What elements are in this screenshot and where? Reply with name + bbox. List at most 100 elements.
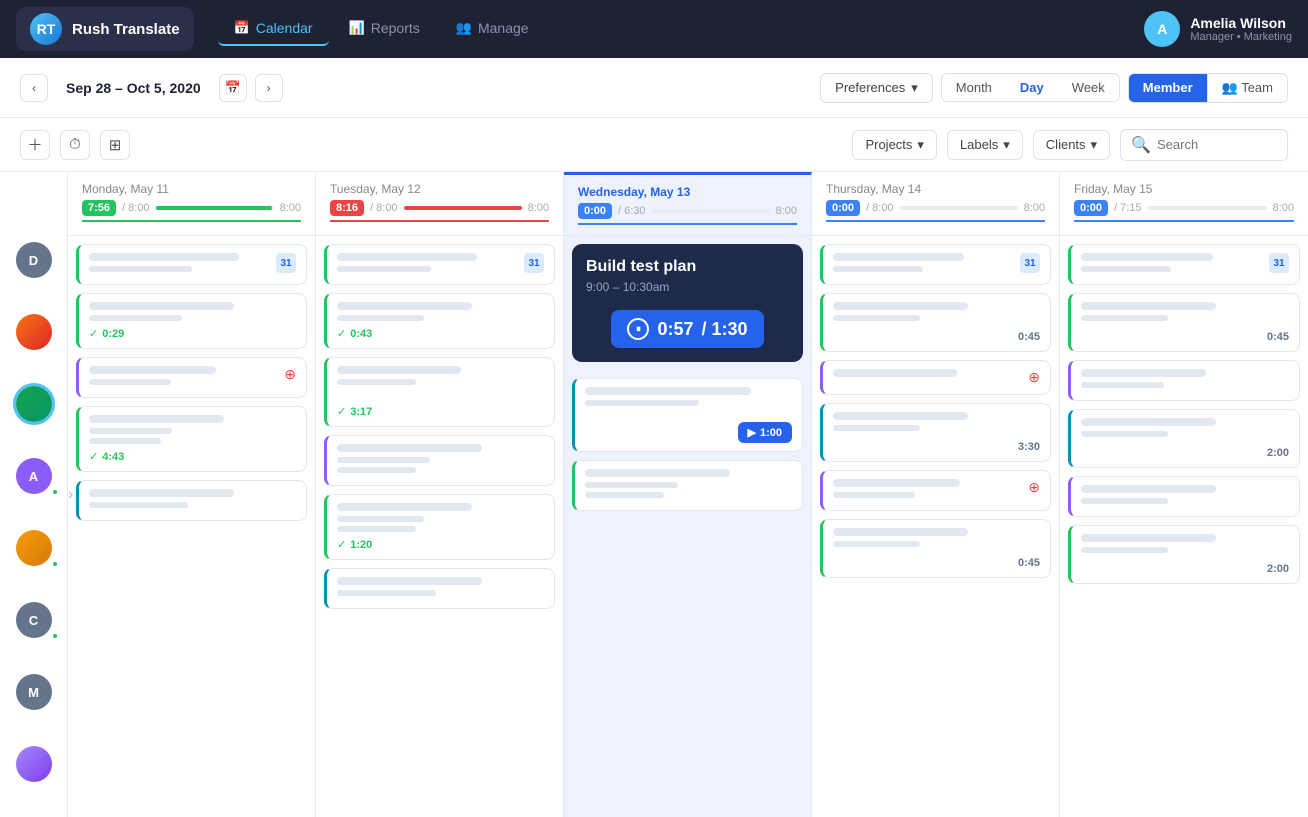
nav-reports[interactable]: 📊 Reports	[333, 12, 436, 46]
task-time: 0:29	[102, 328, 124, 340]
chevron-icon: ▾	[1091, 137, 1098, 153]
day-track-monday	[156, 206, 274, 210]
task-card[interactable]: 31	[76, 244, 307, 285]
member-avatar-1[interactable]	[16, 314, 52, 350]
day-max-monday: 8:00	[280, 202, 301, 214]
member-avatar-d[interactable]: D	[16, 242, 52, 278]
user-role: Manager • Marketing	[1190, 31, 1292, 43]
day-max-friday: 8:00	[1273, 202, 1294, 214]
task-card[interactable]: ✓ 1:20	[324, 494, 555, 560]
add-button[interactable]: ＋	[20, 130, 50, 160]
grid-button[interactable]: ⊞	[100, 130, 130, 160]
calendar-picker-button[interactable]: 📅	[219, 74, 247, 102]
task-card[interactable]: ✓ 4:43	[76, 406, 307, 472]
day-name-friday: Friday, May 15	[1074, 182, 1294, 196]
task-card[interactable]: 3:30	[820, 403, 1051, 462]
task-card[interactable]: ✓ 0:43	[324, 293, 555, 349]
task-card[interactable]: ✓ 3:17	[324, 357, 555, 427]
day-name-wednesday: Wednesday, May 13	[578, 185, 797, 199]
task-card[interactable]: 31	[324, 244, 555, 285]
team-view-button[interactable]: 👥 Team	[1207, 74, 1287, 102]
member-avatar-a[interactable]: A	[16, 458, 52, 494]
projects-filter[interactable]: Projects ▾	[852, 130, 937, 160]
timer-display[interactable]: ⏸ 0:57 / 1:30	[611, 310, 763, 348]
date-toolbar: ‹ Sep 28 – Oct 5, 2020 📅 › Preferences ▾…	[0, 58, 1308, 118]
timer-separator: / 1:30	[702, 319, 748, 340]
day-track-tuesday	[404, 206, 522, 210]
task-card[interactable]	[1068, 360, 1300, 401]
task-card[interactable]: 0:45	[1068, 293, 1300, 352]
user-info-area: A Amelia Wilson Manager • Marketing	[1144, 11, 1292, 47]
task-time: 2:00	[1081, 563, 1289, 575]
pause-button[interactable]: ⏸	[627, 318, 649, 340]
active-task-card[interactable]: Build test plan 9:00 – 10:30am ⏸ 0:57 / …	[572, 244, 803, 362]
day-slash-thursday: / 8:00	[866, 202, 894, 214]
task-card[interactable]: ⊕	[820, 360, 1051, 395]
week-button[interactable]: Week	[1058, 74, 1119, 101]
task-card[interactable]: 2:00	[1068, 409, 1300, 468]
task-card[interactable]	[1068, 476, 1300, 517]
day-fill-monday	[156, 206, 273, 210]
day-badge-friday: 0:00	[1074, 200, 1108, 216]
task-card[interactable]	[572, 460, 803, 511]
day-headers: Monday, May 11 7:56 / 8:00 8:00 Tuesday,…	[68, 172, 1308, 236]
day-header-monday: Monday, May 11 7:56 / 8:00 8:00	[68, 172, 316, 235]
member-avatar-m[interactable]: M	[16, 674, 52, 710]
task-card[interactable]: ⊕	[820, 470, 1051, 511]
user-name: Amelia Wilson	[1190, 15, 1292, 31]
day-sep-wednesday	[578, 223, 797, 225]
task-card[interactable]: 31	[1068, 244, 1300, 285]
manage-icon: 👥	[456, 20, 472, 36]
day-badge-tuesday: 8:16	[330, 200, 364, 216]
task-card[interactable]: 2:00	[1068, 525, 1300, 584]
search-input[interactable]	[1157, 137, 1277, 152]
task-card[interactable]	[324, 568, 555, 609]
play-time-button[interactable]: ▶ 1:00	[738, 422, 793, 443]
task-card[interactable]: 0:45	[820, 293, 1051, 352]
task-card[interactable]: 31	[820, 244, 1051, 285]
day-sep-tuesday	[330, 220, 549, 222]
share-icon: ⊕	[1028, 369, 1040, 386]
timer-button[interactable]: ⏱	[60, 130, 90, 160]
timer-value: 0:57	[657, 319, 693, 340]
member-avatar-2[interactable]	[16, 386, 52, 422]
sidebar-collapse-arrow[interactable]: ›	[68, 486, 73, 504]
task-card[interactable]: ⊕	[76, 357, 307, 398]
view-mode-buttons: Member 👥 Team	[1128, 73, 1288, 103]
day-name-tuesday: Tuesday, May 12	[330, 182, 549, 196]
check-icon: ✓	[89, 450, 98, 463]
prev-date-button[interactable]: ‹	[20, 74, 48, 102]
nav-calendar[interactable]: 📅 Calendar	[218, 12, 329, 46]
task-card[interactable]: ✓ 0:29	[76, 293, 307, 349]
member-avatar-4[interactable]	[16, 746, 52, 782]
labels-filter[interactable]: Labels ▾	[947, 130, 1023, 160]
thursday-column: 31 0:45 ⊕	[812, 236, 1060, 817]
clients-filter[interactable]: Clients ▾	[1033, 130, 1110, 160]
task-card[interactable]	[324, 435, 555, 486]
day-header-friday: Friday, May 15 0:00 / 7:15 8:00	[1060, 172, 1308, 235]
task-time: 3:17	[350, 406, 372, 418]
avatar[interactable]: A	[1144, 11, 1180, 47]
task-card[interactable]: 0:45	[820, 519, 1051, 578]
preferences-button[interactable]: Preferences ▾	[820, 73, 933, 103]
day-fill-tuesday	[404, 206, 522, 210]
brand-logo-area[interactable]: RT Rush Translate	[16, 7, 194, 51]
nav-links: 📅 Calendar 📊 Reports 👥 Manage	[218, 12, 1121, 46]
nav-manage[interactable]: 👥 Manage	[440, 12, 545, 46]
month-button[interactable]: Month	[942, 74, 1006, 101]
task-card[interactable]: ▶ 1:00	[572, 378, 803, 452]
day-track-thursday	[900, 206, 1018, 210]
chevron-icon: ▾	[917, 137, 924, 153]
day-badge-thursday: 0:00	[826, 200, 860, 216]
member-view-button[interactable]: Member	[1129, 74, 1207, 102]
num-badge: 31	[1020, 253, 1040, 273]
member-avatar-c[interactable]: C	[16, 602, 52, 638]
day-max-wednesday: 8:00	[776, 205, 797, 217]
task-time: 0:45	[833, 331, 1040, 343]
view-controls: Preferences ▾ Month Day Week Member 👥 Te…	[820, 73, 1288, 103]
search-box[interactable]: 🔍	[1120, 129, 1288, 161]
task-card[interactable]	[76, 480, 307, 521]
member-avatar-3[interactable]	[16, 530, 52, 566]
day-button[interactable]: Day	[1006, 74, 1058, 101]
next-date-button[interactable]: ›	[255, 74, 283, 102]
